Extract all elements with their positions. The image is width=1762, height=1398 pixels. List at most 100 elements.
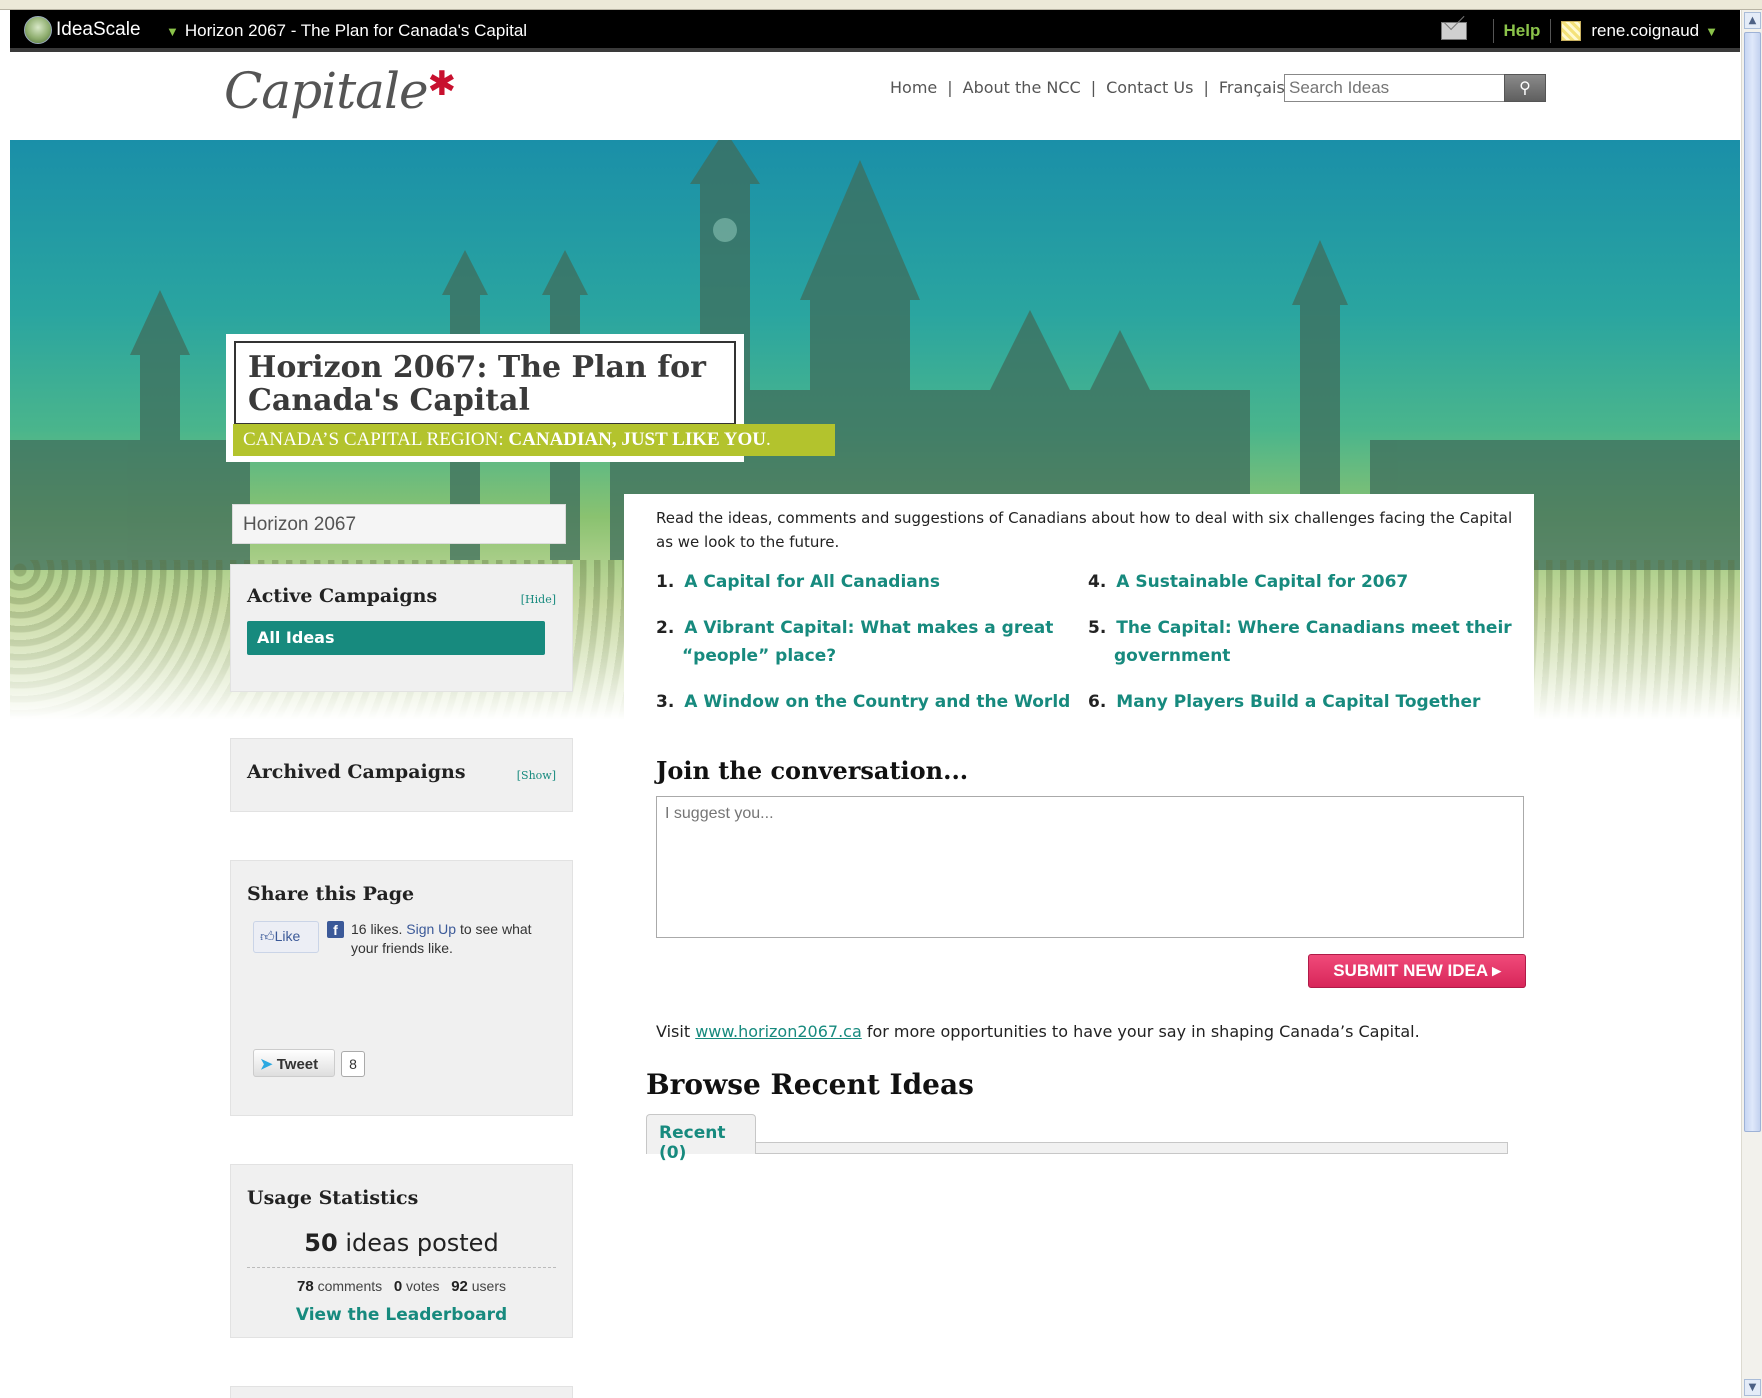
sidebar-box-partial [230,1386,573,1398]
challenge-link-3[interactable]: 3. A Window on the Country and the World [656,688,1070,716]
divider [1492,19,1494,43]
idea-input[interactable] [656,796,1524,938]
search-icon: ⚲ [1519,78,1531,97]
ideascale-logo-icon [24,16,52,44]
user-menu[interactable]: rene.coignaud ▼ [1591,21,1718,41]
maple-leaf-icon: ✱ [427,64,456,104]
challenge-link-2[interactable]: 2. A Vibrant Capital: What makes a great “… [656,614,1053,670]
archived-campaigns-box: Archived Campaigns [Show] [230,738,573,812]
all-ideas-button[interactable]: All Ideas [247,621,545,655]
scrollbar[interactable]: ▲ ▼ [1741,10,1762,1398]
capitale-logo[interactable]: Capitale✱ [224,62,456,120]
share-page-box: Share this Page 👍︎Like f 16 likes. Sign … [230,860,573,1116]
challenge-link-4[interactable]: 4. A Sustainable Capital for 2067 [1088,568,1408,596]
twitter-bird-icon: ➤ [260,1056,273,1073]
facebook-like-button[interactable]: 👍︎Like [253,921,319,953]
sign-up-link[interactable]: Sign Up [406,921,456,937]
nav-separator: | [1090,78,1097,97]
search-button[interactable]: ⚲ [1504,74,1546,102]
ideas-count: 50 [304,1229,338,1257]
show-toggle[interactable]: [Show] [517,769,556,782]
challenge-label: A Sustainable Capital for 2067 [1116,572,1409,592]
active-campaigns-box: Active Campaigns [Hide] All Ideas [230,564,573,692]
comments-label: comments [317,1278,383,1294]
visit-prefix: Visit [656,1022,691,1041]
join-conversation-heading: Join the conversation... [656,756,969,785]
browser-top-strip [0,0,1762,10]
usage-statistics-box: Usage Statistics 50 ideas posted 78 comm… [230,1164,573,1338]
submit-label: SUBMIT NEW IDEA [1333,961,1488,980]
challenge-link-1[interactable]: 1. A Capital for All Canadians [656,568,940,596]
archived-campaigns-heading: Archived Campaigns [247,761,466,783]
nav-separator: | [947,78,953,97]
username: rene.coignaud [1591,21,1700,40]
brand-text: Capitale [224,62,429,120]
ideascale-logo-text: IdeaScale [56,19,141,40]
horizon-link[interactable]: www.horizon2067.ca [695,1022,862,1041]
nav-about-ncc[interactable]: About the NCC [963,78,1081,97]
challenge-number: 2. [656,618,675,638]
comments-count: 78 [296,1278,314,1295]
challenge-number: 4. [1088,572,1107,592]
tagline-regular: CANADA’S CAPITAL REGION: [243,429,509,450]
hide-toggle[interactable]: [Hide] [521,593,556,606]
hero-tagline: CANADA’S CAPITAL REGION: CANADIAN, JUST … [233,424,835,456]
help-link[interactable]: Help [1504,21,1541,41]
nav-contact-us[interactable]: Contact Us [1106,78,1193,97]
browse-recent-ideas-heading: Browse Recent Ideas [646,1068,974,1101]
campaign-title: Horizon 2067 - The Plan for Canada's Cap… [184,21,528,40]
challenge-label-line1: A Vibrant Capital: What makes a great [684,618,1054,638]
mail-icon[interactable] [1440,22,1467,40]
challenge-link-5[interactable]: 5. The Capital: Where Canadians meet thei… [1088,614,1512,670]
visit-suffix: for more opportunities to have your say … [866,1022,1420,1041]
challenge-label-line1: The Capital: Where Canadians meet their [1116,618,1512,638]
likes-count: 16 likes. [351,921,403,937]
dropdown-arrow-icon: ▼ [166,24,179,39]
nav-separator: | [1203,78,1209,97]
votes-count: 0 [393,1278,403,1295]
tab-recent[interactable]: Recent (0) [646,1114,756,1163]
site-header: Capitale✱ Home | About the NCC | Contact… [10,56,1740,140]
top-navigation: Home | About the NCC | Contact Us | Fran… [890,78,1285,97]
nav-home[interactable]: Home [890,78,937,97]
tweet-button[interactable]: ➤ Tweet [253,1049,335,1077]
votes-label: votes [406,1278,440,1294]
intro-text: Read the ideas, comments and suggestions… [656,509,1513,551]
users-count: 92 [451,1278,468,1295]
scroll-down-icon[interactable]: ▼ [1744,1379,1761,1396]
submit-new-idea-button[interactable]: SUBMIT NEW IDEA ▸ [1308,954,1526,988]
dropdown-arrow-icon: ▼ [1705,24,1718,39]
nav-francais[interactable]: Français [1219,78,1285,97]
stat-line: 78 comments 0 votes 92 users [247,1278,556,1295]
challenge-label-line2: “people” place? [682,646,837,666]
tagline-bold: CANADIAN, JUST LIKE YOU [508,429,766,450]
like-label: Like [274,928,301,944]
like-count-text: 16 likes. Sign Up to see what your frien… [351,920,551,958]
search-input[interactable] [1284,74,1538,102]
arrow-right-icon: ▸ [1492,961,1501,980]
share-heading: Share this Page [247,883,415,905]
page-title: Horizon 2067: The Plan for Canada's Capi… [248,350,706,418]
ideas-label: ideas posted [345,1229,499,1257]
ideascale-logo[interactable]: IdeaScale [24,16,141,44]
challenge-number: 1. [656,572,675,592]
challenge-link-6[interactable]: 6. Many Players Build a Capital Together [1088,688,1480,716]
challenge-number: 5. [1088,618,1107,638]
challenge-label: A Capital for All Canadians [684,572,940,592]
scroll-thumb[interactable] [1744,32,1761,1132]
breadcrumb[interactable]: Horizon 2067 [232,504,566,544]
challenge-label: Many Players Build a Capital Together [1116,692,1481,712]
usage-statistics-heading: Usage Statistics [247,1187,419,1209]
divider [1550,19,1552,43]
scroll-up-icon[interactable]: ▲ [1744,12,1761,29]
leaderboard-link[interactable]: View the Leaderboard [247,1305,556,1325]
tweet-label: Tweet [276,1056,319,1073]
challenge-number: 6. [1088,692,1107,712]
facebook-icon: f [327,921,344,938]
visit-text: Visit www.horizon2067.ca for more opport… [656,1022,1420,1041]
tagline-end: . [765,429,771,450]
avatar-icon [1561,21,1582,41]
challenge-number: 3. [656,692,675,712]
campaign-switcher[interactable]: ▼ Horizon 2067 - The Plan for Canada's Ca… [166,21,527,41]
thumbs-up-icon: 👍︎ [260,928,275,944]
